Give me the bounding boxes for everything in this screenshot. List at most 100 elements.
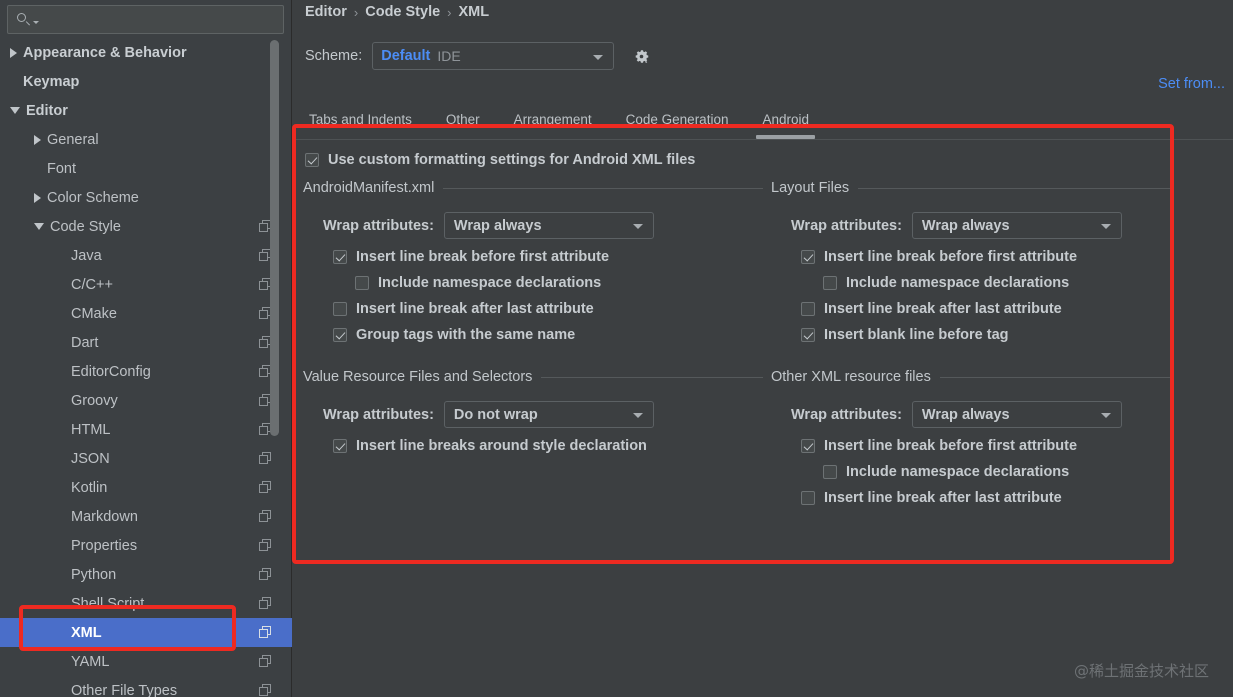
scheme-dropdown[interactable]: Default IDE — [372, 42, 615, 70]
checkbox-box[interactable] — [801, 302, 815, 316]
copy-icon[interactable] — [259, 481, 271, 493]
sidebar-item-general[interactable]: General — [0, 125, 292, 154]
checkbox-box[interactable] — [305, 153, 319, 167]
sidebar-item-json[interactable]: JSON — [0, 444, 292, 473]
copy-icon[interactable] — [259, 568, 271, 580]
sidebar-item-markdown[interactable]: Markdown — [0, 502, 292, 531]
sidebar-item-appearance-behavior[interactable]: Appearance & Behavior — [0, 38, 292, 67]
search-input[interactable] — [39, 12, 283, 27]
breadcrumb-item[interactable]: Editor — [305, 4, 347, 20]
sidebar-item-label: C/C++ — [71, 276, 113, 293]
sidebar-item-xml[interactable]: XML — [0, 618, 292, 647]
settings-tree[interactable]: Appearance & Behavior Keymap Editor General… — [0, 38, 292, 697]
checkbox-box[interactable] — [355, 276, 369, 290]
sidebar-item-label: Kotlin — [71, 479, 108, 496]
sidebar-item-html[interactable]: HTML — [0, 415, 292, 444]
tab-android[interactable]: Android — [756, 112, 815, 139]
chevron-down-icon[interactable] — [10, 107, 20, 114]
chevron-right-icon[interactable] — [34, 192, 41, 203]
checkbox-box[interactable] — [333, 302, 347, 316]
copy-icon[interactable] — [259, 684, 271, 696]
set-from-link[interactable]: Set from... — [1158, 76, 1225, 92]
option-include-namespace-declarations[interactable]: Include namespace declarations — [355, 275, 763, 291]
sidebar-item-color-scheme[interactable]: Color Scheme — [0, 183, 292, 212]
group-title-text: Value Resource Files and Selectors — [303, 369, 533, 385]
sidebar-item-groovy[interactable]: Groovy — [0, 386, 292, 415]
checkbox-box[interactable] — [333, 439, 347, 453]
sidebar-item-keymap[interactable]: Keymap — [0, 67, 292, 96]
copy-icon[interactable] — [259, 452, 271, 464]
use-custom-formatting-checkbox[interactable]: Use custom formatting settings for Andro… — [305, 152, 695, 168]
option-insert-line-break-after-last-attribute[interactable]: Insert line break after last attribute — [333, 301, 763, 317]
breadcrumb: Editor › Code Style › XML — [305, 4, 489, 20]
sidebar-item-python[interactable]: Python — [0, 560, 292, 589]
checkbox-box[interactable] — [333, 250, 347, 264]
option-insert-line-breaks-around-style-declaration[interactable]: Insert line breaks around style declarat… — [333, 438, 763, 454]
sidebar-item-dart[interactable]: Dart — [0, 328, 292, 357]
chevron-right-icon[interactable] — [34, 134, 41, 145]
sidebar-item-label: Shell Script — [71, 595, 145, 612]
option-insert-line-break-after-last-attribute[interactable]: Insert line break after last attribute — [801, 490, 1171, 506]
sidebar-item-font[interactable]: Font — [0, 154, 292, 183]
copy-icon[interactable] — [259, 539, 271, 551]
option-include-namespace-declarations[interactable]: Include namespace declarations — [823, 464, 1171, 480]
option-insert-line-break-before-first-attribute[interactable]: Insert line break before first attribute — [333, 249, 763, 265]
sidebar-item-other-file-types[interactable]: Other File Types — [0, 676, 292, 697]
tab-code-generation[interactable]: Code Generation — [622, 112, 733, 127]
option-insert-blank-line-before-tag[interactable]: Insert blank line before tag — [801, 327, 1171, 343]
option-group-tags-with-the-same-name[interactable]: Group tags with the same name — [333, 327, 763, 343]
checkbox-box[interactable] — [823, 465, 837, 479]
copy-icon[interactable] — [259, 626, 271, 638]
copy-icon[interactable] — [259, 655, 271, 667]
group-title-text: Other XML resource files — [771, 369, 931, 385]
chevron-right-icon[interactable] — [10, 47, 17, 58]
wrap-attributes-dropdown[interactable]: Wrap always — [911, 401, 1122, 428]
sidebar-item-yaml[interactable]: YAML — [0, 647, 292, 676]
wrap-attributes-dropdown[interactable]: Wrap always — [443, 212, 654, 239]
gear-icon[interactable] — [632, 47, 651, 66]
option-insert-line-break-after-last-attribute[interactable]: Insert line break after last attribute — [801, 301, 1171, 317]
copy-icon[interactable] — [259, 597, 271, 609]
tab-tabs-and-indents[interactable]: Tabs and Indents — [305, 112, 416, 127]
sidebar-item-cmake[interactable]: CMake — [0, 299, 292, 328]
sidebar-item-kotlin[interactable]: Kotlin — [0, 473, 292, 502]
option-insert-line-break-before-first-attribute[interactable]: Insert line break before first attribute — [801, 438, 1171, 454]
tab-other[interactable]: Other — [442, 112, 484, 127]
sidebar-item-label: Java — [71, 247, 102, 264]
checkbox-box[interactable] — [333, 328, 347, 342]
sidebar-item-c-c[interactable]: C/C++ — [0, 270, 292, 299]
group-layout-files: Layout Files Wrap attributes: Wrap always I… — [771, 180, 1171, 343]
sidebar-item-shell-script[interactable]: Shell Script — [0, 589, 292, 618]
scheme-scope: IDE — [437, 48, 461, 64]
checkbox-box[interactable] — [801, 491, 815, 505]
option-label: Insert line break before first attribute — [824, 438, 1078, 454]
wrap-attributes-label: Wrap attributes: — [791, 217, 902, 234]
search-box[interactable] — [7, 5, 284, 34]
sidebar-search[interactable] — [7, 5, 284, 34]
sidebar-scrollbar[interactable] — [270, 40, 279, 436]
settings-tabs[interactable]: Tabs and Indents Other Arrangement Code Gen… — [305, 112, 1233, 139]
checkbox-box[interactable] — [823, 276, 837, 290]
checkbox-box[interactable] — [801, 250, 815, 264]
sidebar-item-label: General — [47, 131, 99, 148]
breadcrumb-item[interactable]: XML — [459, 4, 490, 20]
sidebar-item-editorconfig[interactable]: EditorConfig — [0, 357, 292, 386]
option-insert-line-break-before-first-attribute[interactable]: Insert line break before first attribute — [801, 249, 1171, 265]
sidebar-item-java[interactable]: Java — [0, 241, 292, 270]
wrap-attributes-dropdown[interactable]: Do not wrap — [443, 401, 654, 428]
chevron-down-icon[interactable] — [34, 223, 44, 230]
tab-arrangement[interactable]: Arrangement — [510, 112, 596, 127]
wrap-attributes-dropdown[interactable]: Wrap always — [911, 212, 1122, 239]
group-divider — [858, 187, 1171, 189]
sidebar-item-properties[interactable]: Properties — [0, 531, 292, 560]
group-title: Value Resource Files and Selectors — [303, 369, 763, 385]
tab-label: Arrangement — [513, 112, 592, 127]
copy-icon[interactable] — [259, 510, 271, 522]
sidebar-item-editor[interactable]: Editor — [0, 96, 292, 125]
option-include-namespace-declarations[interactable]: Include namespace declarations — [823, 275, 1171, 291]
breadcrumb-item[interactable]: Code Style — [365, 4, 440, 20]
scheme-value: Default — [381, 48, 431, 64]
checkbox-box[interactable] — [801, 439, 815, 453]
checkbox-box[interactable] — [801, 328, 815, 342]
sidebar-item-code-style[interactable]: Code Style — [0, 212, 292, 241]
